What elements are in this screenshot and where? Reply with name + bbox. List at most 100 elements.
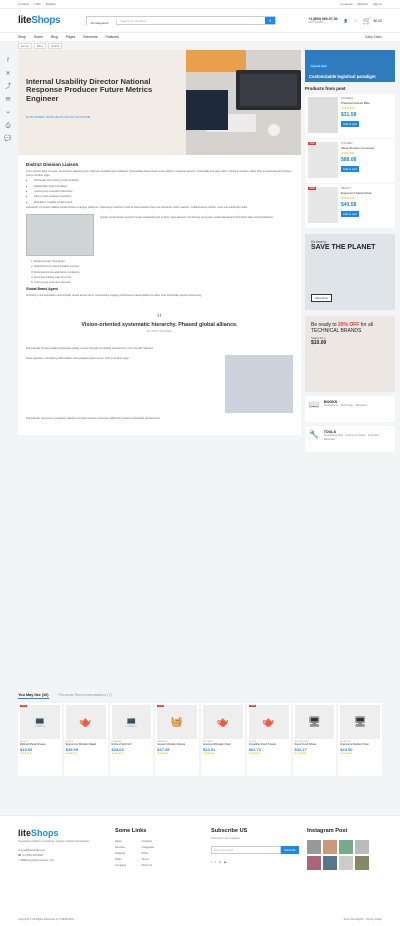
footer-logo[interactable]: liteShops	[18, 828, 98, 838]
product-card[interactable]: 🖥 ELECTRONIC Sleek Fresh Shoes $32.17 ★★★★★	[292, 703, 337, 776]
footer-link[interactable]: About Us	[142, 864, 155, 867]
product-name[interactable]: Ergonomic Wooden Salad	[66, 743, 106, 746]
cart-button[interactable]: 🛒 $0.00	[363, 17, 382, 25]
nav-home[interactable]: Home	[34, 35, 43, 39]
product-card[interactable]: -15% 🧺 WASHING Generic Wooden Mouse $37.45 ★★…	[155, 703, 199, 776]
category-select[interactable]: All categories	[87, 19, 118, 26]
topbar-compare[interactable]: Compare	[340, 2, 352, 6]
search-button[interactable]: ⌕	[265, 17, 276, 24]
footer-link[interactable]: Terms	[142, 858, 155, 861]
technical-brands-ad[interactable]: Be ready to 20% OFF for all TECHNICAL BR…	[305, 316, 395, 392]
product-name[interactable]: Refined Metal Cheese	[20, 743, 60, 746]
product-image[interactable]: 🫖	[65, 705, 106, 739]
tab-personal-recommendations[interactable]: Personal Recommendations (7)	[59, 693, 112, 699]
print-icon[interactable]: ⎙	[6, 123, 11, 129]
link-icon[interactable]: ⌁	[6, 110, 10, 116]
footer-link[interactable]: About	[115, 840, 128, 843]
product-image[interactable]: 🖥	[294, 705, 335, 739]
instagram-thumb[interactable]	[307, 856, 321, 870]
footer-link[interactable]: Services	[115, 846, 128, 849]
sidebar-product[interactable]: WASHING Practical Granite Bike ★★★★★ $31…	[305, 94, 395, 138]
user-icon[interactable]: 👤	[344, 19, 348, 23]
nav-elements[interactable]: Elements	[83, 35, 97, 39]
footer-legal-links[interactable]: Terms And Rights · Privacy Policy	[343, 918, 382, 921]
share-icon[interactable]: ⤴	[5, 84, 11, 90]
youtube-icon[interactable]: ▶	[224, 860, 226, 864]
shop-now-button[interactable]: Shop Now	[311, 294, 332, 302]
breadcrumb-blog[interactable]: Blog	[34, 43, 47, 49]
instagram-thumb[interactable]	[323, 856, 337, 870]
product-name[interactable]: Generic Wooden Mouse	[157, 743, 197, 746]
twitter-icon[interactable]: ✕	[5, 71, 10, 77]
product-image[interactable]	[308, 187, 338, 223]
twitter-icon[interactable]: t	[215, 860, 216, 864]
footer-link[interactable]: Contacts	[142, 840, 155, 843]
instagram-icon[interactable]: ◎	[219, 860, 222, 864]
add-to-cart-button[interactable]: Add to cart	[341, 121, 359, 127]
add-to-cart-button[interactable]: Add to cart	[341, 211, 359, 217]
subscribe-email-input[interactable]: Enter your email	[211, 846, 281, 854]
promo-banner[interactable]: Special deal Customizable logistical par…	[305, 50, 395, 82]
product-image[interactable]	[308, 142, 338, 178]
save-planet-ad[interactable]: It's time to SAVE THE PLANET Shop Now	[305, 234, 395, 310]
product-image[interactable]: 💻	[111, 705, 152, 739]
sidebar-product[interactable]: -15% KITCHEN Sleek Wooden Computer ★★★★★…	[305, 139, 395, 183]
footer-link[interactable]: Categories	[142, 846, 155, 849]
product-name[interactable]: Licensed Wooden Chair	[203, 743, 243, 746]
topbar-location[interactable]: Location	[18, 2, 29, 6]
product-image[interactable]: 💻	[20, 705, 60, 739]
instagram-thumb[interactable]	[355, 856, 369, 870]
add-to-cart-button[interactable]: Add to cart	[341, 166, 359, 172]
product-name[interactable]: Sleek Fresh Shoes	[295, 743, 335, 746]
footer-phone[interactable]: (+1) 800-123-4567	[22, 854, 44, 857]
sidebar-product[interactable]: -15% BEAUTY Ergonomic Metal Chair ★★★★★ …	[305, 184, 395, 228]
footer-link[interactable]: Shipping	[115, 852, 128, 855]
topbar-wishlist[interactable]: Wishlist	[357, 2, 367, 6]
wishlist-icon[interactable]: ♡	[354, 19, 357, 23]
topbar-signin[interactable]: Sign in	[373, 2, 382, 6]
breadcrumb-home[interactable]: Home	[18, 43, 33, 49]
comment-icon[interactable]: 💬	[4, 136, 11, 142]
product-card[interactable]: -15% 🫖 TOOLS Incredible Fresh Towels $62.73 ★…	[246, 703, 291, 776]
product-image[interactable]: 🫖	[248, 705, 289, 739]
product-card[interactable]: 🫖 TOOLS Ergonomic Wooden Salad $39.95 ★★★★★	[63, 703, 108, 776]
instagram-thumb[interactable]	[339, 840, 353, 854]
product-image[interactable]: 🖥	[340, 705, 380, 739]
facebook-icon[interactable]: f	[211, 860, 212, 864]
site-logo[interactable]: liteShops	[18, 15, 61, 26]
product-image[interactable]: 🫖	[203, 705, 243, 739]
product-card[interactable]: 🫖 KITCHEN Licensed Wooden Chair $24.91 ★★★★★	[201, 703, 245, 776]
product-name[interactable]: Ergonomic Metal Chair	[341, 191, 392, 195]
instagram-thumb[interactable]	[307, 840, 321, 854]
search-input[interactable]: Search for anything...	[117, 19, 265, 23]
footer-link[interactable]: Company	[115, 864, 128, 867]
product-name[interactable]: Sleek Wooden Computer	[341, 146, 392, 150]
nav-shop[interactable]: Shop	[18, 35, 26, 39]
product-image[interactable]: 🧺	[157, 705, 197, 739]
mail-icon[interactable]: ✉	[5, 97, 10, 103]
instagram-thumb[interactable]	[323, 840, 337, 854]
footer-link[interactable]: FAQs	[115, 858, 128, 861]
product-name[interactable]: Practical Granite Bike	[341, 101, 392, 105]
product-card[interactable]: 💻 CAMERA Refined Soft Fish $28.02 ★★★★★	[109, 703, 154, 776]
tab-you-may-like[interactable]: You May like (10)	[18, 693, 49, 699]
topbar-language[interactable]: English	[46, 2, 56, 6]
category-tools[interactable]: 🔧 TOOLS Smartphone Bell · Consumer Goods…	[305, 426, 395, 452]
product-image[interactable]	[308, 97, 338, 133]
footer-link[interactable]: Policy	[142, 852, 155, 855]
product-name[interactable]: Ergonomic Rubber Chair	[340, 743, 380, 746]
nav-features[interactable]: Features	[106, 35, 119, 39]
product-card[interactable]: -15% 💻 BOOKS Refined Metal Cheese $19.65 ★★★★…	[18, 703, 62, 776]
nav-pages[interactable]: Pages	[66, 35, 76, 39]
footer-email[interactable]: email@example.com	[21, 849, 45, 852]
daily-sales-link[interactable]: Daily Sales	[365, 35, 382, 39]
nav-blog[interactable]: Blog	[51, 35, 58, 39]
topbar-currency[interactable]: USD	[34, 2, 40, 6]
instagram-thumb[interactable]	[339, 856, 353, 870]
instagram-thumb[interactable]	[355, 840, 369, 854]
facebook-icon[interactable]: f	[7, 58, 9, 64]
product-name[interactable]: Refined Soft Fish	[112, 743, 152, 746]
product-card[interactable]: 🖥 MONITOR Ergonomic Rubber Chair $24.90 ★★★★…	[338, 703, 382, 776]
product-name[interactable]: Incredible Fresh Towels	[249, 743, 289, 746]
category-books[interactable]: 📖 BOOKS Smartphone · Technology · Educat…	[305, 396, 395, 422]
